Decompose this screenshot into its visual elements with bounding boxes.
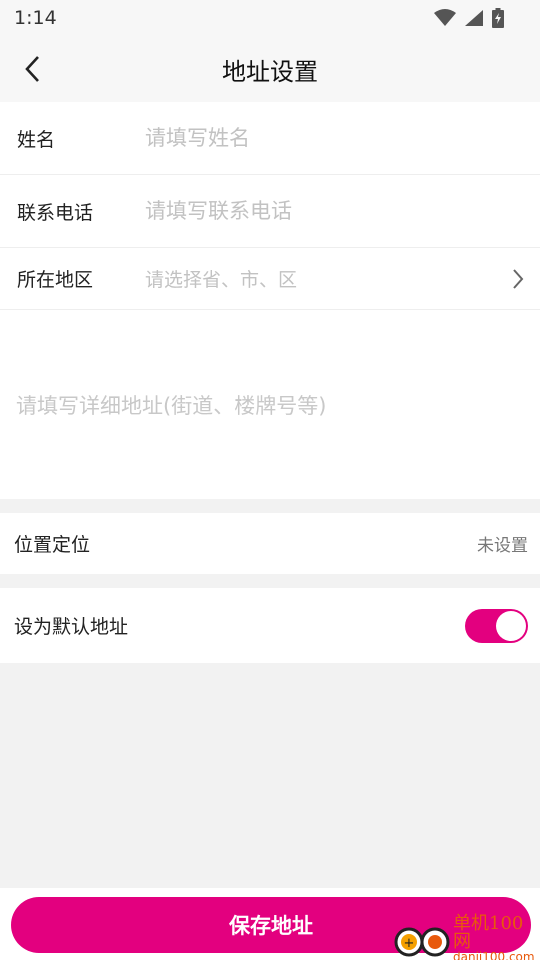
default-address-toggle[interactable] — [465, 608, 528, 643]
watermark-name: 单机100网 — [453, 913, 524, 952]
cellular-signal-icon — [465, 10, 483, 26]
toggle-knob — [496, 610, 526, 641]
watermark: + 单机100网 danji100.com — [393, 915, 540, 960]
status-icons — [434, 8, 504, 28]
chevron-left-icon — [25, 56, 39, 82]
default-address-label: 设为默认地址 — [14, 616, 129, 638]
phone-input[interactable] — [145, 199, 540, 223]
status-time: 1:14 — [14, 7, 57, 29]
name-row: 姓名 — [0, 102, 540, 175]
detail-address-input[interactable] — [16, 390, 524, 430]
page-title: 地址设置 — [222, 57, 318, 86]
wifi-icon — [434, 9, 456, 26]
phone-row: 联系电话 — [0, 175, 540, 248]
name-label: 姓名 — [17, 128, 56, 151]
watermark-url: danji100.com — [453, 950, 535, 960]
location-row[interactable]: 位置定位 未设置 — [0, 513, 540, 574]
status-bar: 1:14 — [0, 0, 540, 36]
region-selector[interactable]: 请选择省、市、区 — [145, 265, 540, 292]
svg-text:+: + — [404, 936, 415, 951]
phone-label: 联系电话 — [17, 201, 94, 224]
watermark-logo-icon: + — [393, 918, 453, 960]
region-row[interactable]: 所在地区 请选择省、市、区 — [0, 248, 540, 310]
default-address-row: 设为默认地址 — [0, 588, 540, 663]
battery-icon — [492, 8, 504, 28]
watermark-text: 单机100网 danji100.com — [453, 915, 540, 960]
detail-address-area — [0, 310, 540, 499]
back-button[interactable] — [14, 50, 52, 88]
location-value: 未设置 — [477, 536, 528, 556]
region-label: 所在地区 — [17, 269, 94, 291]
header: 地址设置 — [0, 36, 540, 102]
address-form: 姓名 联系电话 所在地区 请选择省、市、区 — [0, 102, 540, 499]
chevron-right-icon — [513, 269, 524, 289]
name-input[interactable] — [145, 126, 540, 150]
location-label: 位置定位 — [14, 534, 91, 556]
